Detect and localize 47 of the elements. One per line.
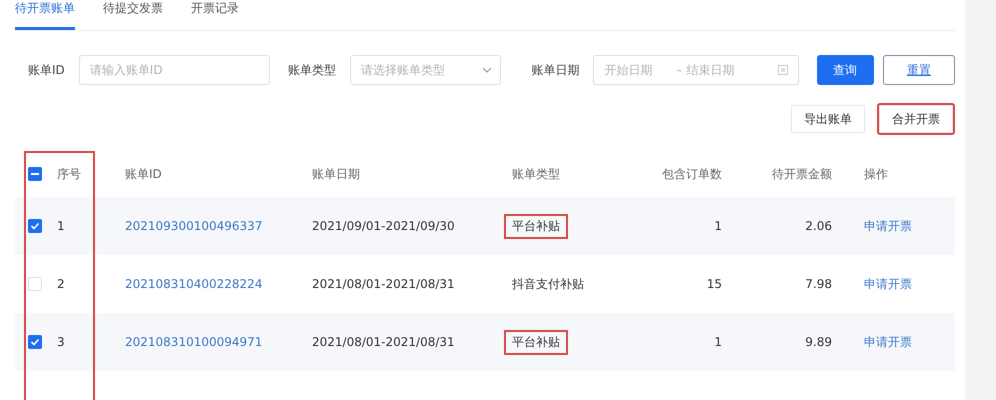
query-button[interactable]: 查询: [816, 55, 874, 85]
table-cell-text: 1: [57, 219, 66, 233]
field-label: 账单日期: [531, 62, 580, 78]
calendar-icon: [778, 65, 788, 75]
apply-invoice-link[interactable]: 申请开票: [842, 276, 968, 292]
tab[interactable]: 开票记录: [191, 0, 239, 30]
check-icon: [30, 337, 40, 347]
column-header: 账单日期: [312, 166, 361, 182]
chevron-down-icon: [482, 67, 492, 73]
table-cell: 平台补贴: [504, 214, 568, 238]
export-button[interactable]: 导出账单: [789, 103, 867, 135]
bill-id-field[interactable]: 请输入账单ID: [78, 55, 270, 85]
check-icon: [30, 221, 40, 231]
bill-id-link[interactable]: 202108310100094971: [125, 335, 312, 349]
field-label: 账单ID: [28, 62, 65, 78]
table-cell-text: 1: [713, 335, 723, 349]
bill-id-link[interactable]: 202109300100496337: [125, 219, 312, 233]
table-cell-text: 7.98: [804, 277, 833, 291]
table-cell-text: 15: [706, 277, 723, 291]
tab[interactable]: 待开票账单: [15, 0, 75, 30]
checkbox[interactable]: [28, 335, 42, 349]
table-cell-text: 1: [713, 219, 723, 233]
table-cell-text: 2021/09/01-2021/09/30: [312, 219, 456, 233]
checkbox[interactable]: [28, 219, 42, 233]
column-header: 账单ID: [125, 166, 163, 182]
column-header: 序号: [57, 166, 82, 182]
table-cell-text: 3: [57, 335, 66, 349]
table-cell-text: 抖音支付补贴: [511, 276, 585, 292]
table-cell-text: 2: [57, 277, 66, 291]
table-cell-text: 9.89: [804, 335, 833, 349]
column-header: 待开票金额: [771, 166, 833, 182]
table-cell-text: 2021/08/01-2021/08/31: [312, 277, 456, 291]
minus-icon: [31, 173, 39, 175]
table-cell-text: 2021/08/01-2021/08/31: [312, 335, 456, 349]
column-header: 操作: [863, 166, 889, 182]
apply-invoice-link[interactable]: 申请开票: [842, 334, 968, 350]
field-label: 账单类型: [288, 62, 336, 78]
merge-invoice-button[interactable]: 合并开票: [877, 103, 955, 135]
tab[interactable]: 待提交发票: [103, 0, 163, 30]
checkbox[interactable]: [28, 167, 42, 181]
table-cell: 平台补贴: [504, 330, 568, 354]
column-header: 账单类型: [512, 166, 561, 182]
apply-invoice-link[interactable]: 申请开票: [842, 218, 968, 234]
reset-button[interactable]: 重置: [882, 55, 955, 85]
table-cell-text: 2.06: [804, 219, 833, 233]
column-header: 包含订单数: [661, 166, 723, 182]
bill-id-link[interactable]: 202108310400228224: [125, 277, 312, 291]
